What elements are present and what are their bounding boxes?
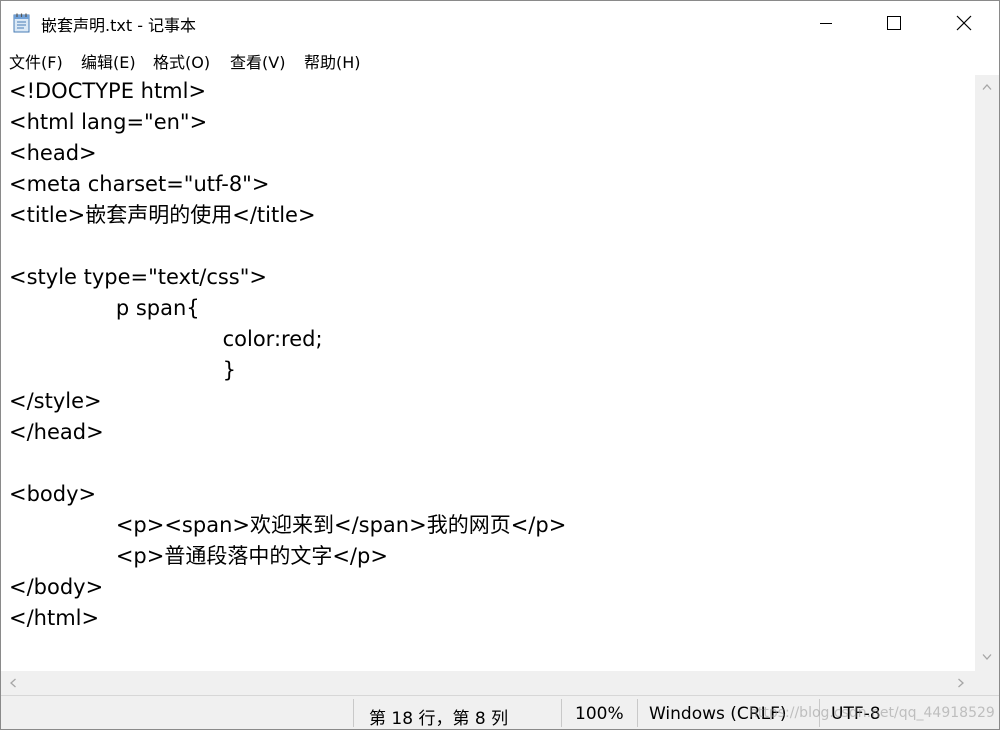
status-divider [637, 699, 638, 727]
menu-help[interactable]: 帮助(H) [304, 49, 361, 73]
status-divider [561, 699, 562, 727]
chevron-up-icon[interactable] [982, 83, 992, 91]
editor-line: p span{ [9, 296, 200, 320]
menu-edit[interactable]: 编辑(E) [81, 49, 136, 73]
status-bar: 第 18 行，第 8 列 100% Windows (CRLF) UTF-8 h… [1, 695, 999, 729]
editor-line: <!DOCTYPE html> [9, 79, 207, 103]
notepad-window: 嵌套声明.txt - 记事本 文件(F) 编辑(E) 格式(O) 查看(V) 帮… [0, 0, 1000, 730]
editor-line: <head> [9, 141, 97, 165]
editor-line: <p>普通段落中的文字</p> [9, 544, 388, 568]
text-editor[interactable]: <!DOCTYPE html> <html lang="en"> <head> … [1, 75, 975, 671]
editor-line: </head> [9, 420, 104, 444]
editor-line: <title>嵌套声明的使用</title> [9, 203, 316, 227]
watermark-text: https://blog.csdn.net/qq_44918529 [749, 705, 995, 721]
minimize-button[interactable] [803, 1, 849, 45]
minimize-icon [819, 16, 833, 30]
editor-line: </html> [9, 606, 100, 630]
editor-line: <html lang="en"> [9, 110, 208, 134]
horizontal-scrollbar[interactable] [1, 671, 975, 695]
close-button[interactable] [941, 1, 987, 45]
editor-line: <style type="text/css"> [9, 265, 267, 289]
chevron-right-icon[interactable] [957, 678, 965, 688]
editor-line: <meta charset="utf-8"> [9, 172, 270, 196]
menu-file[interactable]: 文件(F) [9, 49, 63, 73]
notepad-icon [13, 13, 31, 33]
editor-line: <p><span>欢迎来到</span>我的网页</p> [9, 513, 567, 537]
editor-line: </style> [9, 389, 102, 413]
close-icon [956, 15, 972, 31]
window-title: 嵌套声明.txt - 记事本 [41, 16, 197, 35]
chevron-left-icon[interactable] [9, 678, 17, 688]
cursor-position: 第 18 行，第 8 列 [369, 709, 509, 729]
editor-line: } [9, 358, 236, 382]
scrollbar-corner [975, 671, 999, 695]
editor-line: </body> [9, 575, 104, 599]
vertical-scrollbar[interactable] [975, 75, 999, 671]
title-bar[interactable]: 嵌套声明.txt - 记事本 [1, 1, 999, 45]
menu-bar: 文件(F) 编辑(E) 格式(O) 查看(V) 帮助(H) [1, 45, 999, 75]
zoom-level: 100% [575, 704, 624, 724]
maximize-icon [886, 15, 902, 31]
status-divider [353, 699, 354, 727]
editor-line: <body> [9, 482, 97, 506]
maximize-button[interactable] [871, 1, 917, 45]
chevron-down-icon[interactable] [982, 653, 992, 661]
editor-line: color:red; [9, 327, 323, 351]
menu-format[interactable]: 格式(O) [153, 49, 210, 73]
menu-view[interactable]: 查看(V) [230, 49, 285, 73]
